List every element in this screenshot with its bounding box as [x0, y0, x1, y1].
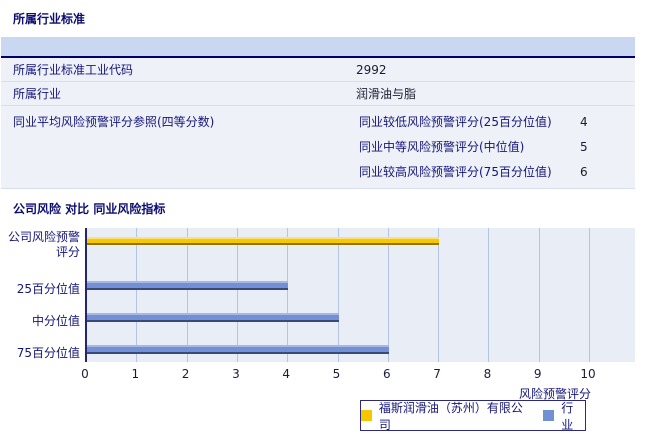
comparison-chart-title: 公司风险 对比 同业风险指标	[13, 202, 166, 216]
bar-industry-75百分位值	[87, 345, 389, 354]
bar-industry-中分位值	[87, 313, 339, 322]
subrow-medium-risk: 同业中等风险预警评分(中位值) 5	[356, 134, 635, 159]
row-value: 润滑油与脂	[356, 87, 417, 101]
row-value: 2992	[356, 62, 387, 77]
x-tick: 3	[232, 367, 240, 381]
x-tick: 8	[483, 367, 492, 381]
row-label: 同业平均风险预警评分参照(四等分数)	[13, 115, 215, 129]
gridline	[589, 228, 590, 362]
bar-industry-25百分位值	[87, 281, 289, 290]
x-tick: 5	[332, 367, 341, 381]
row-label: 所属行业	[13, 87, 62, 101]
gridline	[287, 228, 289, 362]
subrow-value: 4	[580, 114, 588, 129]
gridline	[488, 228, 490, 362]
subrow-label: 同业中等风险预警评分(中位值)	[359, 140, 525, 154]
category-label: 75百分位值	[16, 346, 80, 360]
gridline	[186, 228, 188, 362]
x-tick: 0	[81, 367, 89, 381]
legend-label: 行业	[561, 400, 574, 432]
bar-chart-plot-area	[85, 228, 635, 362]
bar-company-score	[87, 237, 440, 245]
subrow-value: 5	[580, 139, 588, 154]
company-swatch-icon	[361, 410, 372, 421]
subrow-label: 同业较低风险预警评分(25百分位值)	[359, 115, 552, 129]
table-row: 所属行业标准工业代码 2992	[1, 58, 635, 82]
peer-score-subrows: 同业较低风险预警评分(25百分位值) 4 同业中等风险预警评分(中位值) 5 同…	[356, 106, 635, 188]
gridline	[136, 228, 138, 362]
x-tick: 6	[382, 367, 391, 381]
industry-standard-table: 所属行业标准工业代码 2992 所属行业 润滑油与脂 同业平均风险预警评分参照(…	[1, 37, 635, 189]
gridline	[438, 228, 440, 362]
subrow-label: 同业较高风险预警评分(75百分位值)	[359, 165, 552, 179]
category-label: 公司风险预警 评分	[7, 230, 80, 259]
risk-report-page: 所属行业标准 所属行业标准工业代码 2992 所属行业 润滑油与脂 同业平均风险…	[0, 0, 666, 443]
table-header-bar	[1, 37, 635, 58]
table-row-peer-scores: 同业平均风险预警评分参照(四等分数) 同业较低风险预警评分(25百分位值) 4 …	[1, 106, 635, 189]
x-tick: 2	[181, 367, 190, 381]
legend-label: 福斯润滑油（苏州）有限公司	[378, 400, 523, 432]
gridline	[236, 228, 238, 362]
gridline	[387, 228, 389, 362]
gridline	[337, 228, 339, 362]
gridline	[538, 228, 540, 362]
chart-legend: 福斯润滑油（苏州）有限公司 行业	[360, 399, 586, 433]
industry-swatch-icon	[543, 410, 555, 421]
category-label: 中分位值	[31, 314, 80, 328]
x-tick: 9	[533, 367, 542, 381]
industry-standard-section-title: 所属行业标准	[13, 12, 86, 26]
category-label: 25百分位值	[16, 282, 80, 296]
table-row: 所属行业 润滑油与脂	[1, 82, 635, 106]
subrow-value: 6	[580, 164, 588, 179]
x-tick: 1	[131, 367, 140, 381]
legend-item-company[interactable]: 福斯润滑油（苏州）有限公司	[361, 399, 533, 433]
legend-item-industry[interactable]: 行业	[543, 399, 585, 433]
row-label: 所属行业标准工业代码	[13, 63, 134, 77]
x-tick: 7	[433, 367, 441, 381]
x-tick: 10	[580, 367, 596, 381]
x-tick: 4	[282, 367, 290, 381]
subrow-high-risk: 同业较高风险预警评分(75百分位值) 6	[356, 159, 635, 184]
subrow-low-risk: 同业较低风险预警评分(25百分位值) 4	[356, 109, 635, 134]
